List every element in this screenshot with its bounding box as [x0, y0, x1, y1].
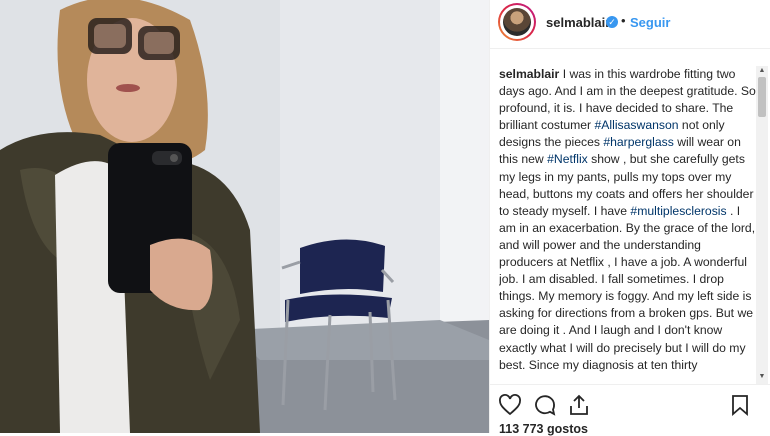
- caption-username-link[interactable]: selmablair: [499, 67, 559, 81]
- post-photo: [0, 0, 489, 433]
- scroll-down-arrow-icon[interactable]: ▼: [756, 372, 768, 382]
- verified-badge-icon: ✓: [606, 16, 618, 28]
- likes-count[interactable]: 113 773 gostos: [499, 422, 588, 436]
- avatar[interactable]: [498, 3, 536, 41]
- caption-scrollbar[interactable]: ▲ ▼: [756, 66, 768, 384]
- hashtag-link[interactable]: #Netflix: [547, 152, 588, 166]
- username-link[interactable]: selmablair: [546, 15, 610, 30]
- share-icon[interactable]: [567, 393, 591, 417]
- hashtag-link[interactable]: #harperglass: [603, 135, 673, 149]
- caption-text: I was in this wardrobe fitting two days …: [499, 67, 756, 372]
- hashtag-link[interactable]: #multiplesclerosis: [630, 204, 726, 218]
- bookmark-icon[interactable]: [728, 393, 752, 417]
- post-sidebar: selmablair ✓ • Seguir selmablair I was i…: [489, 0, 770, 436]
- caption-segment: . I am in an exacerbation. By the grace …: [499, 203, 756, 372]
- post-header: selmablair ✓ • Seguir: [490, 0, 770, 49]
- heart-icon[interactable]: [498, 393, 522, 417]
- separator-dot: •: [621, 13, 626, 28]
- avatar-image: [503, 8, 531, 36]
- scroll-up-arrow-icon[interactable]: ▲: [756, 66, 768, 76]
- action-bar: [490, 384, 770, 425]
- scrollbar-thumb[interactable]: [758, 77, 766, 117]
- comment-icon[interactable]: [533, 393, 557, 417]
- post-caption: selmablair I was in this wardrobe fittin…: [499, 66, 757, 384]
- follow-button[interactable]: Seguir: [630, 15, 670, 30]
- hashtag-link[interactable]: #Allisaswanson: [595, 118, 679, 132]
